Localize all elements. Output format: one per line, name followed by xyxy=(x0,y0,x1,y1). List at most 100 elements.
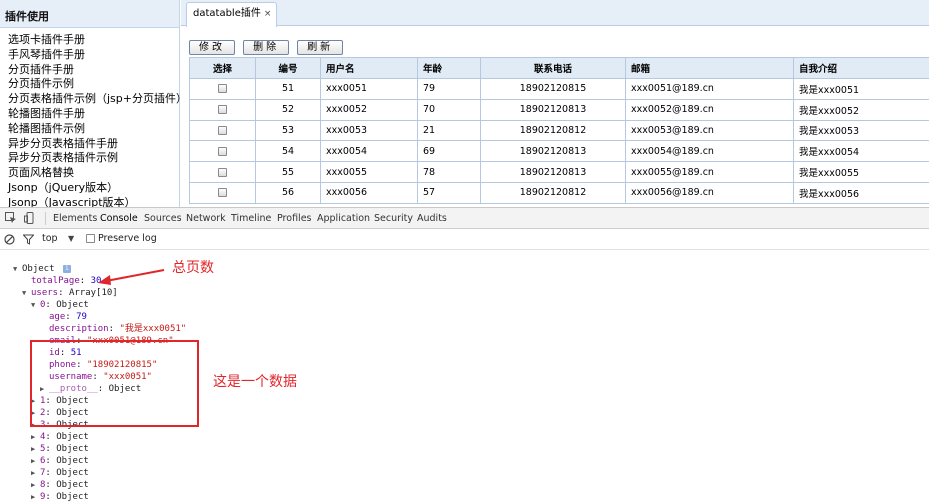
sidebar-item-paged-table-example[interactable]: 分页表格插件示例（jsp+分页插件） xyxy=(0,92,179,107)
cell-phone: 18902120813 xyxy=(481,141,626,162)
row-select xyxy=(190,79,256,100)
app-area: 插件使用 选项卡插件手册 手风琴插件手册 分页插件手册 分页插件示例 分页表格插… xyxy=(0,0,929,207)
console-item-0[interactable]: ▼0: Object xyxy=(31,300,89,312)
table-row[interactable]: 56 xxx0056 57 18902120812 xxx0056@189.cn… xyxy=(190,182,929,203)
tab-bar: datatable插件× xyxy=(181,0,929,26)
sidebar-item-jsonp-javascript[interactable]: Jsonp（Javascript版本） xyxy=(0,196,179,207)
cell-email: xxx0053@189.cn xyxy=(626,120,794,141)
tab-timeline[interactable]: Timeline xyxy=(231,208,271,229)
console-item[interactable]: ▶9: Object xyxy=(31,492,89,504)
delete-button[interactable]: 删除 xyxy=(243,40,289,55)
col-header-age[interactable]: 年龄 xyxy=(418,58,481,79)
cell-intro: 我是xxx0052 xyxy=(794,99,929,120)
filter-icon[interactable] xyxy=(23,234,34,245)
row-checkbox[interactable] xyxy=(218,84,227,93)
col-header-id[interactable]: 编号 xyxy=(256,58,321,79)
collapsed-triangle-icon[interactable]: ▶ xyxy=(31,468,40,480)
cell-email: xxx0056@189.cn xyxy=(626,182,794,203)
console-field-description: description: "我是xxx0051" xyxy=(49,324,186,336)
sidebar-item-carousel-manual[interactable]: 轮播图插件手册 xyxy=(0,107,179,122)
console-item[interactable]: ▶4: Object xyxy=(31,432,89,444)
console-prop-totalpage: totalPage: 30 xyxy=(31,276,101,288)
annotation-arrow xyxy=(96,267,166,287)
tab-console[interactable]: Console xyxy=(100,208,138,229)
tab-datatable[interactable]: datatable插件× xyxy=(186,2,277,27)
console-filter-bar: top ▼ Preserve log xyxy=(0,229,929,250)
collapsed-triangle-icon[interactable]: ▶ xyxy=(31,480,40,492)
tab-application[interactable]: Application xyxy=(317,208,370,229)
collapsed-triangle-icon[interactable]: ▶ xyxy=(31,444,40,456)
toolbar: 修改 删除 刷新 xyxy=(189,35,346,51)
collapsed-triangle-icon[interactable]: ▶ xyxy=(31,456,40,468)
cell-username: xxx0056 xyxy=(321,182,418,203)
cell-intro: 我是xxx0053 xyxy=(794,120,929,141)
cell-id: 51 xyxy=(256,79,321,100)
console-prop-users[interactable]: ▼users: Array[10] xyxy=(22,288,118,300)
tab-audits[interactable]: Audits xyxy=(417,208,447,229)
sidebar-item-async-table-manual[interactable]: 异步分页表格插件手册 xyxy=(0,137,179,152)
annotation-one-record: 这是一个数据 xyxy=(213,371,297,391)
edit-button[interactable]: 修改 xyxy=(189,40,235,55)
sidebar-item-pagination-manual[interactable]: 分页插件手册 xyxy=(0,63,179,78)
sidebar: 插件使用 选项卡插件手册 手风琴插件手册 分页插件手册 分页插件示例 分页表格插… xyxy=(0,0,180,207)
table-row[interactable]: 55 xxx0055 78 18902120813 xxx0055@189.cn… xyxy=(190,162,929,183)
context-select[interactable]: top xyxy=(42,233,58,244)
row-checkbox[interactable] xyxy=(218,147,227,156)
table-row[interactable]: 54 xxx0054 69 18902120813 xxx0054@189.cn… xyxy=(190,141,929,162)
cell-id: 52 xyxy=(256,99,321,120)
expand-triangle-icon[interactable]: ▼ xyxy=(22,288,31,300)
chevron-down-icon[interactable]: ▼ xyxy=(68,234,74,243)
row-checkbox[interactable] xyxy=(218,168,227,177)
col-header-email[interactable]: 邮箱 xyxy=(626,58,794,79)
console-item[interactable]: ▶8: Object xyxy=(31,480,89,492)
collapsed-triangle-icon[interactable]: ▶ xyxy=(31,492,40,504)
table-row[interactable]: 51 xxx0051 79 18902120815 xxx0051@189.cn… xyxy=(190,79,929,100)
clear-console-icon[interactable] xyxy=(4,234,15,245)
sidebar-item-async-table-example[interactable]: 异步分页表格插件示例 xyxy=(0,151,179,166)
sidebar-item-jsonp-jquery[interactable]: Jsonp（jQuery版本） xyxy=(0,181,179,196)
cell-intro: 我是xxx0054 xyxy=(794,141,929,162)
row-checkbox[interactable] xyxy=(218,188,227,197)
sidebar-item-tab-manual[interactable]: 选项卡插件手册 xyxy=(0,33,179,48)
device-mode-icon[interactable] xyxy=(24,212,36,224)
console-item[interactable]: ▶5: Object xyxy=(31,444,89,456)
tab-elements[interactable]: Elements xyxy=(53,208,97,229)
sidebar-item-pagination-example[interactable]: 分页插件示例 xyxy=(0,77,179,92)
tab-sources[interactable]: Sources xyxy=(144,208,182,229)
tab-profiles[interactable]: Profiles xyxy=(277,208,312,229)
console-item[interactable]: ▶6: Object xyxy=(31,456,89,468)
tab-security[interactable]: Security xyxy=(374,208,413,229)
inspect-icon[interactable] xyxy=(5,212,17,224)
expand-triangle-icon[interactable]: ▼ xyxy=(31,300,40,312)
devtools-panel: Elements Console Sources Network Timelin… xyxy=(0,207,929,500)
tab-network[interactable]: Network xyxy=(186,208,226,229)
table-row[interactable]: 52 xxx0052 70 18902120813 xxx0052@189.cn… xyxy=(190,99,929,120)
sidebar-list: 选项卡插件手册 手风琴插件手册 分页插件手册 分页插件示例 分页表格插件示例（j… xyxy=(0,28,179,207)
sidebar-item-accordion-manual[interactable]: 手风琴插件手册 xyxy=(0,48,179,63)
col-header-phone[interactable]: 联系电话 xyxy=(481,58,626,79)
sidebar-item-theme-switch[interactable]: 页面风格替换 xyxy=(0,166,179,181)
close-icon[interactable]: × xyxy=(264,9,272,19)
refresh-button[interactable]: 刷新 xyxy=(297,40,343,55)
cell-username: xxx0054 xyxy=(321,141,418,162)
console-object-root[interactable]: ▼Object i xyxy=(13,264,71,276)
cell-id: 55 xyxy=(256,162,321,183)
cell-username: xxx0055 xyxy=(321,162,418,183)
row-select xyxy=(190,182,256,203)
sidebar-item-carousel-example[interactable]: 轮播图插件示例 xyxy=(0,122,179,137)
collapsed-triangle-icon[interactable]: ▶ xyxy=(31,432,40,444)
console-output: ▼Object i totalPage: 30 ▼users: Array[10… xyxy=(0,250,929,500)
cell-email: xxx0051@189.cn xyxy=(626,79,794,100)
row-select xyxy=(190,162,256,183)
preserve-log-checkbox[interactable] xyxy=(86,234,95,243)
expand-triangle-icon[interactable]: ▼ xyxy=(13,264,22,276)
col-header-select[interactable]: 选择 xyxy=(190,58,256,79)
col-header-intro[interactable]: 自我介绍 xyxy=(794,58,929,79)
cell-age: 70 xyxy=(418,99,481,120)
row-checkbox[interactable] xyxy=(218,126,227,135)
cell-age: 57 xyxy=(418,182,481,203)
col-header-username[interactable]: 用户名 xyxy=(321,58,418,79)
row-checkbox[interactable] xyxy=(218,105,227,114)
console-item[interactable]: ▶7: Object xyxy=(31,468,89,480)
table-row[interactable]: 53 xxx0053 21 18902120812 xxx0053@189.cn… xyxy=(190,120,929,141)
